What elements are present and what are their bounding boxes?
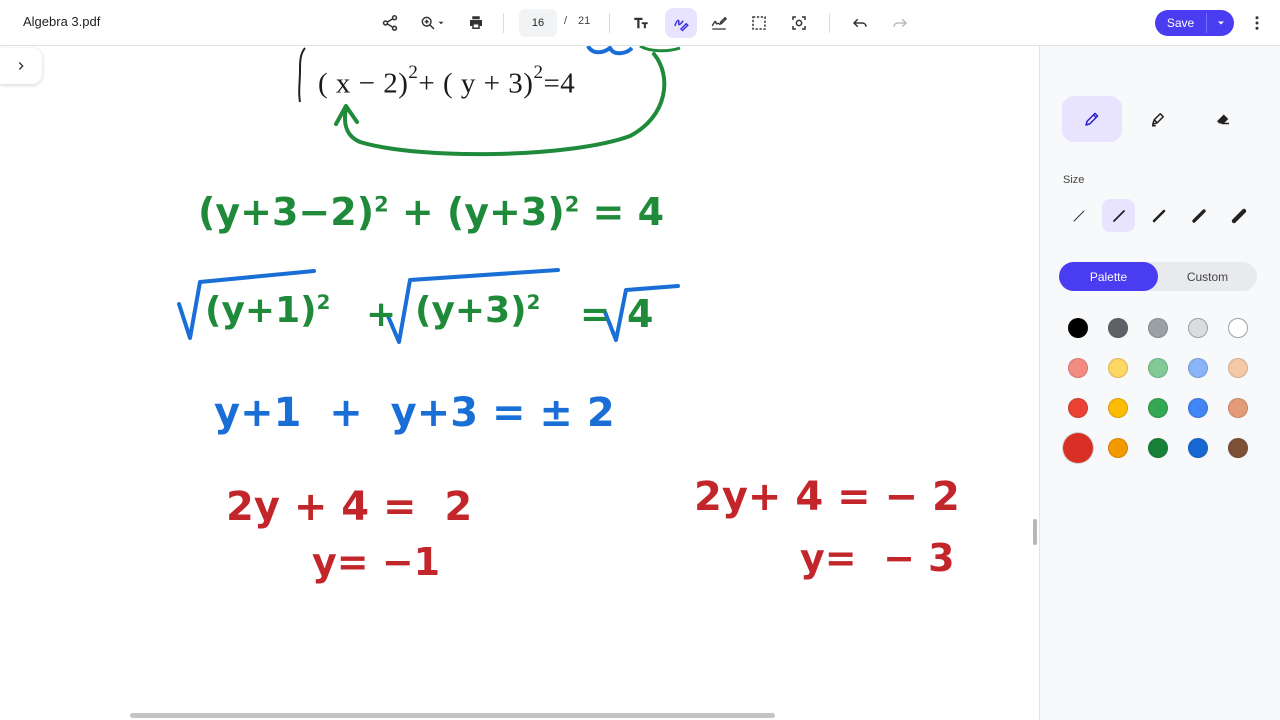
- signature-icon[interactable]: [704, 9, 734, 37]
- equation-exponent: 2: [408, 62, 419, 83]
- color-swatch[interactable]: [1108, 318, 1128, 338]
- toolbar-divider: [829, 13, 830, 33]
- step-exponent: 2: [526, 291, 541, 314]
- share-icon[interactable]: [375, 9, 405, 37]
- ink-annotations: [177, 46, 681, 344]
- handwritten-four: 4: [627, 292, 654, 336]
- color-swatch[interactable]: [1148, 358, 1168, 378]
- equation-term: ( x − 2): [318, 67, 409, 100]
- color-swatch[interactable]: [1228, 358, 1248, 378]
- step-term: + (y+3): [388, 190, 565, 234]
- color-swatch[interactable]: [1108, 358, 1128, 378]
- text-icon[interactable]: [626, 9, 656, 37]
- tab-palette[interactable]: Palette: [1059, 262, 1158, 291]
- case-2-equation: 2y+ 4 = − 2: [694, 474, 960, 520]
- highlighter-tool[interactable]: [1128, 96, 1188, 142]
- tab-custom[interactable]: Custom: [1158, 262, 1257, 291]
- document-canvas[interactable]: ( x − 2)2+ ( y + 3)2=4 (y+3−2)2 + (y+3)2…: [0, 46, 1038, 720]
- handwritten-plus: +: [366, 294, 397, 335]
- eraser-tool[interactable]: [1193, 96, 1253, 142]
- more-icon[interactable]: [1247, 9, 1267, 37]
- step-term: (y+1): [205, 290, 317, 331]
- horizontal-scrollbar[interactable]: [130, 713, 775, 718]
- step-term: (y+3): [415, 290, 527, 331]
- draw-icon[interactable]: [665, 8, 697, 38]
- color-swatch[interactable]: [1228, 398, 1248, 418]
- document-title: Algebra 3.pdf: [23, 14, 101, 29]
- color-swatch[interactable]: [1148, 398, 1168, 418]
- zoom-icon[interactable]: [413, 9, 453, 37]
- size-option-4[interactable]: [1182, 199, 1215, 232]
- step-term: (y+3−2): [198, 190, 375, 234]
- chevron-right-icon: [18, 62, 24, 70]
- handwritten-step-2b: (y+3)2: [415, 290, 540, 331]
- size-option-5[interactable]: [1222, 199, 1255, 232]
- eraser-icon: [1217, 114, 1229, 125]
- chevron-down-icon: [1217, 21, 1224, 25]
- undo-icon[interactable]: [845, 9, 875, 37]
- color-mode-toggle: Palette Custom: [1059, 262, 1257, 291]
- toolbar-divider: [503, 13, 504, 33]
- color-swatch[interactable]: [1188, 398, 1208, 418]
- handwritten-step-3: y+1 + y+3 = ± 2: [214, 390, 615, 436]
- color-swatch[interactable]: [1148, 318, 1168, 338]
- sidebar-expand-button[interactable]: [0, 48, 42, 84]
- case-2-solution: y= − 3: [800, 536, 955, 580]
- lens-icon[interactable]: [784, 9, 814, 37]
- case-1-solution: y= −1: [312, 540, 441, 584]
- color-swatch[interactable]: [1108, 398, 1128, 418]
- size-option-2[interactable]: [1102, 199, 1135, 232]
- step-term: = 4: [579, 190, 665, 234]
- equation-term: + ( y + 3): [418, 67, 534, 100]
- color-swatch[interactable]: [1068, 318, 1088, 338]
- color-swatch[interactable]: [1228, 438, 1248, 458]
- handwritten-equals: =: [580, 294, 611, 335]
- size-option-1[interactable]: [1062, 199, 1095, 232]
- color-swatch[interactable]: [1188, 318, 1208, 338]
- chevron-down-icon: [438, 21, 444, 25]
- vertical-scrollbar[interactable]: [1033, 519, 1037, 545]
- equation-exponent: 2: [533, 62, 544, 83]
- color-swatch[interactable]: [1063, 433, 1093, 463]
- page-number-input[interactable]: 16: [519, 9, 557, 37]
- case-1-equation: 2y + 4 = 2: [226, 484, 473, 530]
- annotation-panel: Size Palette Custom: [1039, 46, 1280, 720]
- top-toolbar: Algebra 3.pdf 16 / 21 Save: [0, 0, 1280, 46]
- brace-stroke: [298, 47, 306, 103]
- equation-term: =4: [543, 67, 576, 100]
- step-exponent: 2: [374, 192, 389, 217]
- green-fragment: [639, 46, 681, 53]
- step-exponent: 2: [316, 291, 331, 314]
- equation-line: ( x − 2)2+ ( y + 3)2=4: [318, 62, 576, 101]
- page-total: 21: [578, 15, 591, 27]
- color-swatch[interactable]: [1188, 438, 1208, 458]
- color-swatch[interactable]: [1068, 398, 1088, 418]
- color-swatch[interactable]: [1148, 438, 1168, 458]
- step-exponent: 2: [564, 192, 580, 217]
- color-swatch[interactable]: [1068, 358, 1088, 378]
- pen-icon: [1085, 112, 1099, 126]
- highlighter-icon: [1152, 113, 1164, 127]
- size-option-3[interactable]: [1142, 199, 1175, 232]
- save-options-button[interactable]: [1207, 10, 1234, 36]
- select-icon[interactable]: [744, 9, 774, 37]
- handwritten-step-1: (y+3−2)2 + (y+3)2 = 4: [198, 190, 664, 234]
- page-separator: /: [564, 15, 568, 27]
- toolbar-divider: [609, 13, 610, 33]
- blue-scribble: [586, 46, 634, 56]
- size-label: Size: [1063, 174, 1085, 186]
- pen-tool[interactable]: [1062, 96, 1122, 142]
- color-swatch[interactable]: [1228, 318, 1248, 338]
- redo-icon[interactable]: [885, 9, 915, 37]
- color-swatch[interactable]: [1188, 358, 1208, 378]
- save-button[interactable]: Save: [1155, 10, 1206, 36]
- save-button-group: Save: [1155, 10, 1234, 36]
- color-swatch[interactable]: [1108, 438, 1128, 458]
- print-icon[interactable]: [461, 9, 491, 37]
- handwritten-step-2a: (y+1)2: [205, 290, 330, 331]
